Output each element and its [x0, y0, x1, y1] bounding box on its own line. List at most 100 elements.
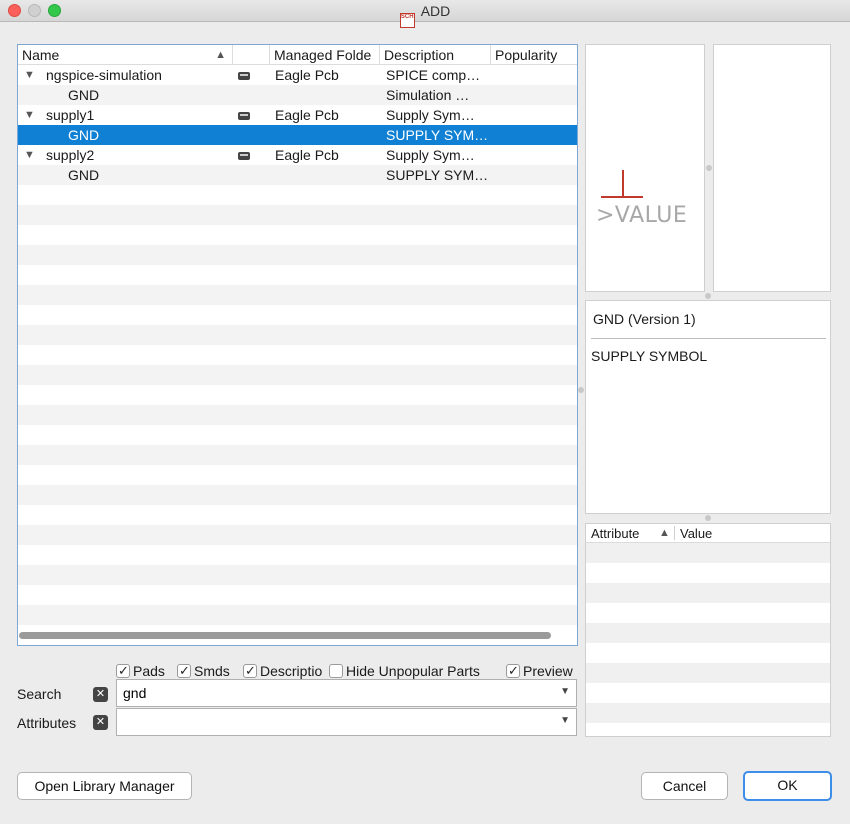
popularity-cell [496, 165, 576, 185]
attributes-input[interactable] [123, 713, 543, 731]
library-tree-table[interactable]: Name ▲ Managed Folde Description Popular… [17, 44, 578, 646]
popularity-cell [496, 65, 576, 85]
main-split-handle[interactable] [578, 387, 584, 393]
managed-folder-cell: Eagle Pcb [275, 107, 339, 123]
device-name: GND [68, 87, 100, 103]
horizontal-scrollbar[interactable] [19, 632, 551, 639]
ground-symbol-bar [601, 196, 643, 198]
hide-unpopular-checkbox[interactable]: Hide Unpopular Parts [329, 662, 480, 680]
window-title: ADD [420, 3, 451, 19]
search-input[interactable] [123, 684, 543, 702]
tree-row[interactable]: ▼ supply2 Eagle Pcb Supply Sym… [18, 145, 577, 165]
description-cell: Supply Sym… [386, 107, 475, 123]
pads-checkbox-box[interactable] [116, 662, 130, 680]
expand-toggle-icon[interactable]: ▼ [24, 105, 35, 125]
description-cell: Supply Sym… [386, 147, 475, 163]
column-header-icon[interactable] [233, 45, 270, 65]
schematic-app-icon: SCH [399, 13, 415, 28]
description-divider [591, 338, 826, 339]
popularity-cell [496, 145, 576, 165]
search-combobox[interactable]: ▼ [116, 679, 577, 707]
attributes-dropdown-icon[interactable]: ▼ [560, 715, 570, 726]
clear-attributes-icon[interactable]: ✕ [93, 715, 108, 730]
managed-folder-cell: Eagle Pcb [275, 67, 339, 83]
column-header-name-label: Name [22, 47, 60, 63]
library-name: ngspice-simulation [46, 67, 162, 83]
empty-row [18, 305, 577, 325]
attribute-row [586, 663, 830, 683]
preview-checkbox-label: Preview [523, 663, 573, 679]
attribute-row [586, 623, 830, 643]
device-name: GND [68, 167, 100, 183]
column-header-description[interactable]: Description [380, 45, 491, 65]
pads-checkbox[interactable]: Pads [116, 662, 165, 680]
attribute-row [586, 583, 830, 603]
cancel-button[interactable]: Cancel [641, 772, 728, 800]
description-checkbox-box[interactable] [243, 662, 257, 680]
column-header-popularity[interactable]: Popularity [491, 45, 577, 65]
clear-search-icon[interactable]: ✕ [93, 687, 108, 702]
window-title-wrap: SCH ADD [0, 3, 850, 28]
empty-row [18, 225, 577, 245]
library-name: supply1 [46, 107, 95, 123]
tree-row[interactable]: GND Simulation … [18, 85, 577, 105]
popularity-cell [496, 125, 576, 145]
attribute-row [586, 643, 830, 663]
managed-folder-cell: Eagle Pcb [275, 147, 339, 163]
empty-row [18, 485, 577, 505]
column-header-managed-folder[interactable]: Managed Folde [270, 45, 380, 65]
description-panel: GND (Version 1) SUPPLY SYMBOL [585, 300, 831, 514]
smds-checkbox-box[interactable] [177, 662, 191, 680]
preview-checkbox-box[interactable] [506, 662, 520, 680]
attribute-table-header: Attribute ▲ Value [586, 524, 830, 543]
attributes-combobox[interactable]: ▼ [116, 708, 577, 736]
empty-row [18, 585, 577, 605]
tree-row[interactable]: ▼ supply1 Eagle Pcb Supply Sym… [18, 105, 577, 125]
empty-row [18, 505, 577, 525]
details-split-handle[interactable] [705, 515, 711, 521]
tree-row[interactable]: GND SUPPLY SYM… [18, 125, 577, 145]
open-library-manager-button[interactable]: Open Library Manager [17, 772, 192, 800]
attribute-row [586, 723, 830, 736]
smds-checkbox-label: Smds [194, 663, 230, 679]
empty-row [18, 265, 577, 285]
column-header-name[interactable]: Name ▲ [18, 45, 233, 65]
attribute-table[interactable]: Attribute ▲ Value [585, 523, 831, 737]
managed-library-icon [238, 112, 250, 120]
expand-toggle-icon[interactable]: ▼ [24, 65, 35, 85]
description-cell: Simulation … [386, 87, 470, 103]
empty-row [18, 205, 577, 225]
search-dropdown-icon[interactable]: ▼ [560, 686, 570, 697]
empty-row [18, 345, 577, 365]
preview-bottom-split-handle[interactable] [705, 293, 711, 299]
tree-row[interactable]: ▼ ngspice-simulation Eagle Pcb SPICE comp… [18, 65, 577, 85]
empty-row [18, 425, 577, 445]
ground-symbol-stem [622, 170, 624, 196]
empty-row [18, 545, 577, 565]
title-bar: SCH ADD [0, 0, 850, 28]
preview-checkbox[interactable]: Preview [506, 662, 573, 680]
attribute-row [586, 683, 830, 703]
column-header-value[interactable]: Value [680, 524, 712, 543]
empty-row [18, 325, 577, 345]
description-cell: SPICE comp… [386, 67, 481, 83]
ok-button[interactable]: OK [743, 771, 832, 801]
empty-row [18, 565, 577, 585]
description-checkbox[interactable]: Descriptio [243, 662, 329, 680]
package-preview [713, 44, 831, 292]
expand-toggle-icon[interactable]: ▼ [24, 145, 35, 165]
empty-row [18, 285, 577, 305]
column-header-attribute[interactable]: Attribute [591, 524, 639, 543]
hide-unpopular-checkbox-box[interactable] [329, 664, 343, 678]
library-name: supply2 [46, 147, 95, 163]
description-cell: SUPPLY SYM… [386, 167, 489, 183]
empty-row [18, 385, 577, 405]
smds-checkbox[interactable]: Smds [177, 662, 230, 680]
popularity-cell [496, 105, 576, 125]
managed-folder-cell [275, 85, 380, 105]
managed-library-icon [238, 152, 250, 160]
device-version-title: GND (Version 1) [593, 311, 696, 327]
preview-split-handle[interactable] [706, 165, 712, 171]
tree-row[interactable]: GND SUPPLY SYM… [18, 165, 577, 185]
tree-header: Name ▲ Managed Folde Description Popular… [18, 45, 577, 65]
